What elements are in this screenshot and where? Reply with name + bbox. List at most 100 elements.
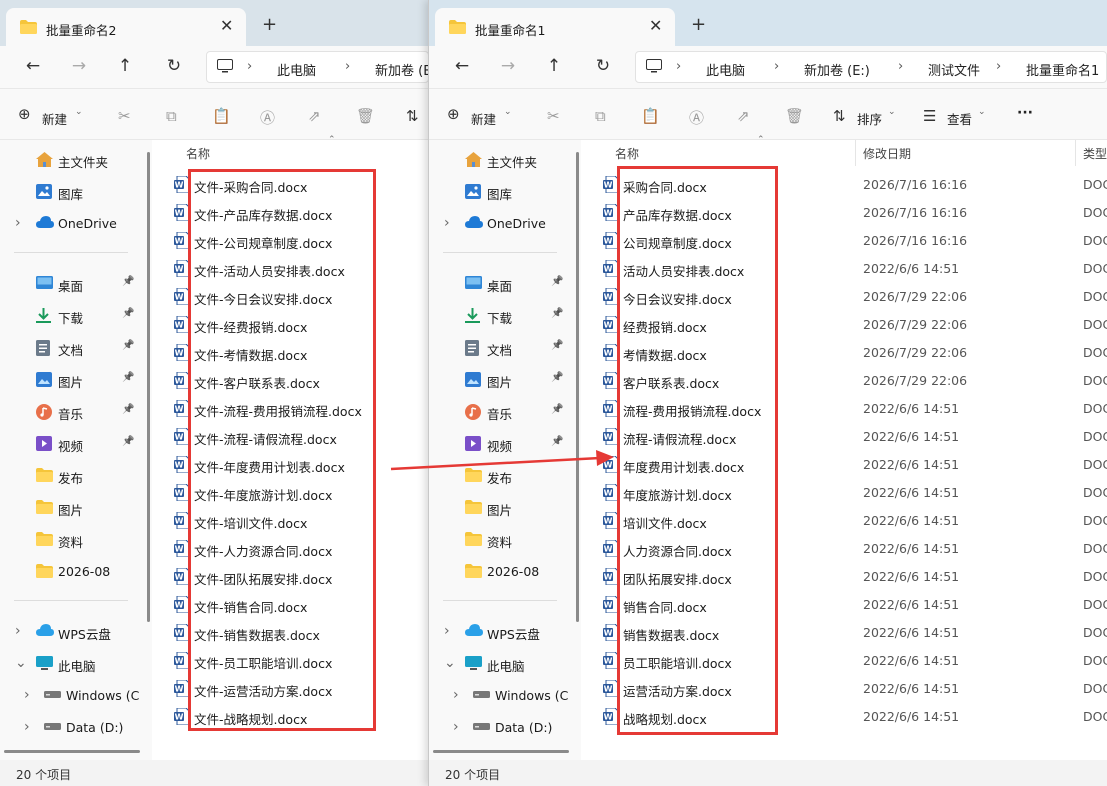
- sidebar-item[interactable]: 主文件夹: [0, 144, 148, 176]
- sidebar-item[interactable]: › Windows (C: [429, 680, 577, 712]
- sidebar-horizontal-scrollbar[interactable]: [4, 750, 140, 753]
- address-bar[interactable]: › 此电脑 › 新加卷 (E:) › 测试文件 › 批量重命名1: [635, 51, 1107, 83]
- tab-w1[interactable]: 批量重命名1 ✕: [435, 8, 675, 46]
- chevron-right-icon[interactable]: ›: [444, 215, 450, 231]
- svg-text:W: W: [175, 237, 184, 246]
- breadcrumb-item[interactable]: 新加卷 (E:): [804, 60, 870, 79]
- sidebar-item[interactable]: 文档 📌: [0, 332, 148, 364]
- sidebar-horizontal-scrollbar[interactable]: [433, 750, 569, 753]
- breadcrumb-item[interactable]: 批量重命名1: [1026, 60, 1099, 79]
- chevron-down-icon[interactable]: ⌄: [444, 655, 456, 671]
- sidebar-item[interactable]: 音乐 📌: [429, 396, 577, 428]
- sidebar-item[interactable]: 文档 📌: [429, 332, 577, 364]
- sidebar-item[interactable]: 桌面 📌: [429, 268, 577, 300]
- new-button[interactable]: 新建: [42, 109, 67, 128]
- refresh-icon[interactable]: ↻: [163, 56, 185, 76]
- sort-button[interactable]: 排序: [857, 109, 882, 128]
- sidebar-scrollbar[interactable]: [576, 152, 579, 622]
- column-header-date[interactable]: 修改日期: [863, 145, 911, 162]
- new-icon[interactable]: ⊕: [447, 105, 460, 123]
- chevron-right-icon[interactable]: ›: [453, 719, 459, 735]
- sidebar-item[interactable]: 图片: [0, 492, 148, 524]
- sidebar-item[interactable]: 视频 📌: [0, 428, 148, 460]
- sidebar-item[interactable]: › Data (D:): [0, 712, 148, 744]
- tab-w2[interactable]: 批量重命名2 ✕: [6, 8, 246, 46]
- sidebar-item[interactable]: › OneDrive: [0, 208, 148, 240]
- sidebar-item[interactable]: › Data (D:): [429, 712, 577, 744]
- view-button[interactable]: 查看: [947, 109, 972, 128]
- refresh-icon[interactable]: ↻: [592, 56, 614, 76]
- share-icon[interactable]: ⇗: [737, 107, 750, 125]
- new-tab-icon[interactable]: +: [691, 14, 706, 35]
- column-header-name[interactable]: 名称: [186, 145, 210, 162]
- back-icon[interactable]: ←: [451, 56, 473, 76]
- delete-icon[interactable]: 🗑: [785, 107, 804, 125]
- sidebar-scrollbar[interactable]: [147, 152, 150, 622]
- sidebar-item[interactable]: 主文件夹: [429, 144, 577, 176]
- sidebar-item[interactable]: 发布: [429, 460, 577, 492]
- sidebar-item[interactable]: 资料: [429, 524, 577, 556]
- sidebar-item[interactable]: › OneDrive: [429, 208, 577, 240]
- sidebar-item[interactable]: › WPS云盘: [429, 616, 577, 648]
- sidebar-item[interactable]: 下载 📌: [0, 300, 148, 332]
- new-icon[interactable]: ⊕: [18, 105, 31, 123]
- sidebar-item[interactable]: 2026-08: [0, 556, 148, 588]
- chevron-right-icon[interactable]: ›: [24, 687, 30, 703]
- sidebar-item[interactable]: 图片 📌: [429, 364, 577, 396]
- delete-icon[interactable]: 🗑: [356, 107, 375, 125]
- sidebar-item[interactable]: 发布: [0, 460, 148, 492]
- copy-icon[interactable]: ⧉: [166, 107, 177, 125]
- sidebar-item[interactable]: 下载 📌: [429, 300, 577, 332]
- share-icon[interactable]: ⇗: [308, 107, 321, 125]
- back-icon[interactable]: ←: [22, 56, 44, 76]
- column-header-name[interactable]: 名称: [615, 145, 639, 162]
- sidebar-item[interactable]: 音乐 📌: [0, 396, 148, 428]
- sidebar-item[interactable]: 视频 📌: [429, 428, 577, 460]
- breadcrumb-item[interactable]: 新加卷 (E:): [375, 60, 429, 79]
- chevron-right-icon[interactable]: ›: [453, 687, 459, 703]
- sort-icon[interactable]: ⇅: [833, 107, 846, 125]
- view-icon[interactable]: ☰: [923, 107, 936, 125]
- sidebar-item[interactable]: 图库: [429, 176, 577, 208]
- new-tab-icon[interactable]: +: [262, 14, 277, 35]
- sidebar-item[interactable]: 资料: [0, 524, 148, 556]
- svg-text:W: W: [175, 405, 184, 414]
- close-tab-icon[interactable]: ✕: [649, 16, 662, 35]
- sort-icon[interactable]: ⇅: [406, 107, 419, 125]
- forward-icon[interactable]: →: [497, 56, 519, 76]
- sidebar-item[interactable]: 图片: [429, 492, 577, 524]
- close-tab-icon[interactable]: ✕: [220, 16, 233, 35]
- cut-icon[interactable]: ✂: [118, 107, 131, 125]
- paste-icon[interactable]: 📋: [641, 107, 660, 125]
- sidebar-item[interactable]: 图片 📌: [0, 364, 148, 396]
- chevron-right-icon[interactable]: ›: [15, 623, 21, 639]
- up-icon[interactable]: ↑: [543, 56, 565, 76]
- sidebar-item[interactable]: ⌄ 此电脑: [0, 648, 148, 680]
- more-options-button[interactable]: ···: [1017, 105, 1033, 121]
- chevron-down-icon[interactable]: ⌄: [15, 655, 27, 671]
- sidebar-item[interactable]: 图库: [0, 176, 148, 208]
- item-count: 20 个项目: [445, 768, 501, 782]
- rename-icon[interactable]: Ⓐ: [260, 107, 275, 128]
- chevron-right-icon[interactable]: ›: [444, 623, 450, 639]
- sidebar-item[interactable]: › WPS云盘: [0, 616, 148, 648]
- rename-icon[interactable]: Ⓐ: [689, 107, 704, 128]
- sidebar-item[interactable]: 桌面 📌: [0, 268, 148, 300]
- paste-icon[interactable]: 📋: [212, 107, 231, 125]
- sidebar-item[interactable]: › Windows (C: [0, 680, 148, 712]
- column-header-type[interactable]: 类型: [1083, 145, 1107, 162]
- new-button[interactable]: 新建: [471, 109, 496, 128]
- chevron-right-icon[interactable]: ›: [24, 719, 30, 735]
- breadcrumb-item[interactable]: 测试文件: [928, 60, 980, 79]
- sidebar-item[interactable]: 2026-08: [429, 556, 577, 588]
- forward-icon[interactable]: →: [68, 56, 90, 76]
- cut-icon[interactable]: ✂: [547, 107, 560, 125]
- sidebar-item[interactable]: ⌄ 此电脑: [429, 648, 577, 680]
- sidebar-item-label: 此电脑: [487, 659, 525, 674]
- chevron-right-icon[interactable]: ›: [15, 215, 21, 231]
- up-icon[interactable]: ↑: [114, 56, 136, 76]
- address-bar[interactable]: › 此电脑 › 新加卷 (E:): [206, 51, 429, 83]
- breadcrumb-item[interactable]: 此电脑: [706, 60, 745, 79]
- breadcrumb-item[interactable]: 此电脑: [277, 60, 316, 79]
- copy-icon[interactable]: ⧉: [595, 107, 606, 125]
